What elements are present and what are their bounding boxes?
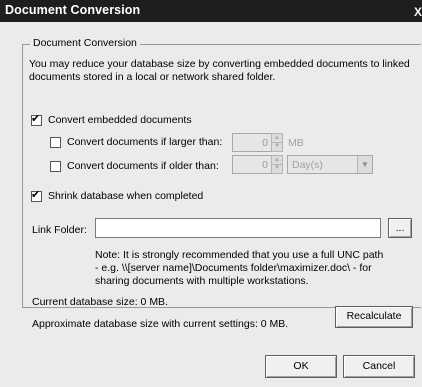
browse-button[interactable]: ... bbox=[388, 218, 412, 238]
approx-size-text: Approximate database size with current s… bbox=[32, 318, 289, 330]
close-icon[interactable]: X bbox=[414, 5, 422, 19]
note-line-2: - e.g. \\[server name]\Documents folder\… bbox=[95, 262, 372, 274]
recalculate-button[interactable]: Recalculate bbox=[335, 306, 413, 328]
link-folder-label: Link Folder: bbox=[32, 224, 87, 236]
current-size-text: Current database size: 0 MB. bbox=[32, 296, 168, 308]
older-than-spinner[interactable]: ▲ ▼ bbox=[271, 155, 283, 174]
larger-than-checkbox[interactable] bbox=[50, 137, 61, 148]
check-icon: ✔ bbox=[31, 113, 41, 125]
description-line-1: You may reduce your database size by con… bbox=[29, 58, 410, 70]
window-title: Document Conversion bbox=[5, 3, 141, 17]
note-line-1: Note: It is strongly recommended that yo… bbox=[95, 249, 384, 261]
larger-than-label[interactable]: Convert documents if larger than: bbox=[67, 136, 222, 149]
note-line-3: sharing documents with multiple workstat… bbox=[95, 275, 309, 287]
check-icon: ✔ bbox=[31, 189, 41, 201]
link-folder-input[interactable] bbox=[95, 218, 381, 238]
larger-than-input[interactable]: 0 bbox=[232, 133, 272, 152]
group-legend: Document Conversion bbox=[30, 37, 140, 50]
spin-down-icon[interactable]: ▼ bbox=[272, 164, 282, 172]
cancel-button-label: Cancel bbox=[362, 360, 396, 372]
description-line-2: documents stored in a local or network s… bbox=[29, 71, 276, 83]
spin-down-icon[interactable]: ▼ bbox=[272, 142, 282, 150]
ok-button[interactable]: OK bbox=[265, 355, 337, 378]
larger-than-value: 0 bbox=[262, 137, 268, 149]
older-than-label[interactable]: Convert documents if older than: bbox=[67, 160, 219, 173]
recalculate-button-label: Recalculate bbox=[346, 310, 402, 322]
shrink-database-checkbox[interactable]: ✔ bbox=[31, 189, 42, 202]
older-than-value: 0 bbox=[262, 159, 268, 171]
older-than-unit-select[interactable]: Day(s) ▼ bbox=[287, 155, 373, 174]
larger-than-unit: MB bbox=[288, 137, 304, 149]
shrink-database-label[interactable]: Shrink database when completed bbox=[48, 190, 203, 203]
convert-embedded-label[interactable]: Convert embedded documents bbox=[48, 114, 192, 127]
older-than-unit-value: Day(s) bbox=[292, 159, 323, 171]
larger-than-spinner[interactable]: ▲ ▼ bbox=[271, 133, 283, 152]
older-than-input[interactable]: 0 bbox=[232, 155, 272, 174]
convert-embedded-checkbox[interactable]: ✔ bbox=[31, 113, 42, 126]
ok-button-label: OK bbox=[293, 360, 309, 372]
browse-button-label: ... bbox=[395, 222, 405, 234]
title-bar: Document Conversion X bbox=[0, 0, 422, 22]
cancel-button[interactable]: Cancel bbox=[343, 355, 415, 378]
chevron-down-icon[interactable]: ▼ bbox=[357, 156, 372, 173]
older-than-checkbox[interactable] bbox=[50, 161, 61, 172]
